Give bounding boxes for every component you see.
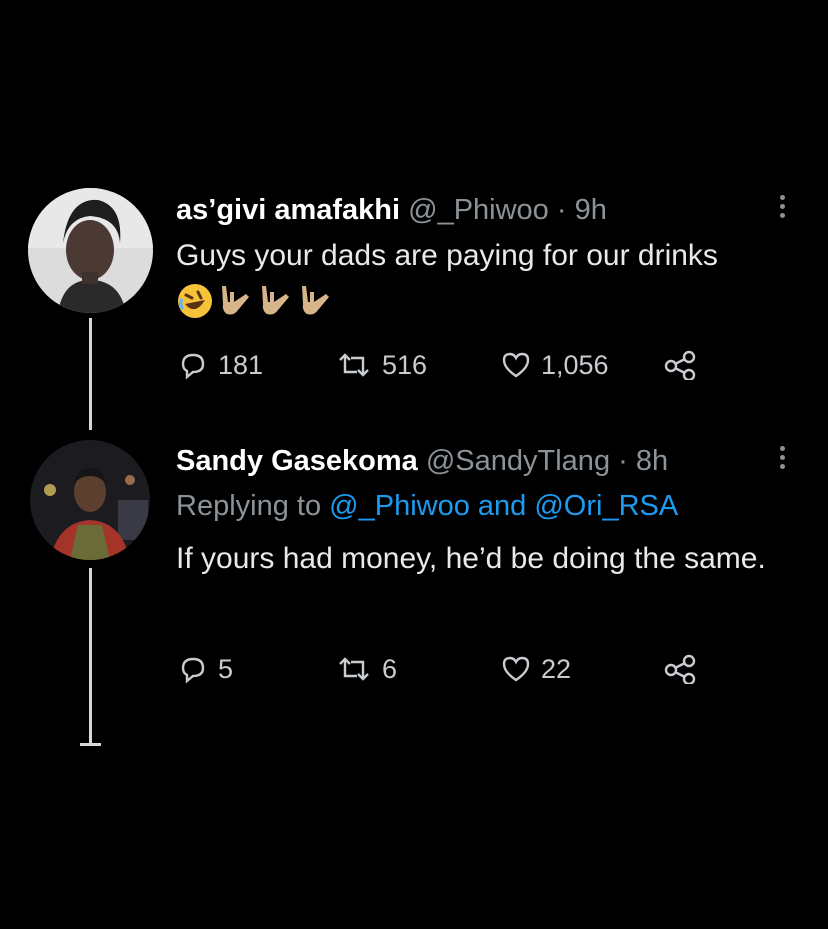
avatar[interactable] xyxy=(28,188,153,313)
emoji-row xyxy=(176,282,334,320)
retweet-count: 516 xyxy=(382,349,428,380)
retweet-button[interactable]: 516 xyxy=(336,345,427,385)
rolling-on-floor-laughing-icon xyxy=(178,284,212,318)
separator: · xyxy=(618,445,628,477)
timestamp[interactable]: 8h xyxy=(636,445,668,477)
display-name[interactable]: as’givi amafakhi xyxy=(176,194,400,226)
like-icon xyxy=(502,352,530,378)
share-button[interactable] xyxy=(663,345,697,385)
avatar-photo xyxy=(28,188,153,313)
reply-button[interactable]: 5 xyxy=(178,649,233,689)
tweet-text: Guys your dads are paying for our drinks xyxy=(176,239,718,272)
mention-link[interactable]: @_Phiwoo xyxy=(329,490,470,522)
tweet-text: If yours had money, he’d be doing the sa… xyxy=(176,542,766,575)
retweet-count: 6 xyxy=(382,653,398,684)
user-handle[interactable]: @SandyTlang xyxy=(426,445,610,477)
share-button[interactable] xyxy=(663,649,697,689)
thread-line xyxy=(89,568,92,744)
like-count: 1,056 xyxy=(541,349,609,380)
more-icon[interactable] xyxy=(774,191,790,223)
tweet-header: Sandy Gasekoma @SandyTlang · 8h xyxy=(176,444,668,478)
reply-button[interactable]: 181 xyxy=(178,345,263,385)
love-you-gesture-icon xyxy=(262,286,289,315)
retweet-icon xyxy=(339,657,369,681)
replying-prefix: Replying to xyxy=(176,490,322,522)
retweet-button[interactable]: 6 xyxy=(336,649,397,689)
separator: · xyxy=(556,194,567,226)
reply-icon xyxy=(181,657,205,684)
share-icon xyxy=(664,350,696,380)
like-icon xyxy=(502,656,530,682)
reply-count: 181 xyxy=(218,349,264,380)
thread-line xyxy=(89,318,92,430)
love-you-gesture-icon xyxy=(302,286,329,315)
avatar[interactable] xyxy=(30,440,150,560)
replying-and[interactable]: and xyxy=(478,490,526,522)
retweet-icon xyxy=(339,353,369,377)
display-name[interactable]: Sandy Gasekoma xyxy=(176,445,418,477)
tweet-actions: 181 516 1,056 xyxy=(176,345,736,385)
user-handle[interactable]: @_Phiwoo xyxy=(408,194,549,226)
reply-count: 5 xyxy=(218,653,234,684)
timestamp[interactable]: 9h xyxy=(575,194,607,226)
love-you-gesture-icon xyxy=(222,286,249,315)
like-button[interactable]: 1,056 xyxy=(501,345,609,385)
reply-icon xyxy=(181,353,205,380)
tweet-actions: 5 6 22 xyxy=(176,649,736,689)
share-icon xyxy=(664,654,696,684)
tweet-header: as’givi amafakhi @_Phiwoo · 9h xyxy=(176,193,607,227)
more-icon[interactable] xyxy=(774,442,790,474)
replying-to: Replying to @_Phiwoo and @Ori_RSA xyxy=(176,488,678,524)
like-button[interactable]: 22 xyxy=(501,649,571,689)
thread-line-end xyxy=(80,743,101,746)
mention-link[interactable]: @Ori_RSA xyxy=(534,490,678,522)
like-count: 22 xyxy=(541,653,572,684)
avatar-photo xyxy=(30,440,150,560)
